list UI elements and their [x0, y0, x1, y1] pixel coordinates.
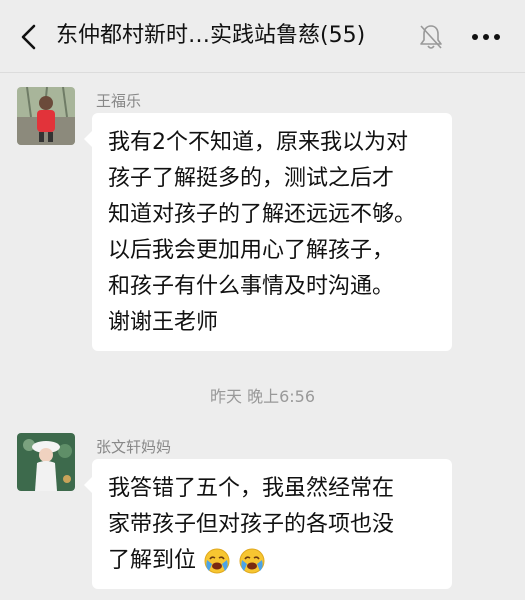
avatar[interactable] [17, 433, 75, 491]
message-line: 我有2个不知道，原来我以为对 [108, 130, 408, 155]
message-line: 家带孩子但对孩子的各项也没 [108, 512, 395, 537]
message-line: 孩子了解挺多的，测试之后才 [108, 166, 395, 191]
avatar[interactable] [17, 87, 75, 145]
timestamp: 昨天 晚上6:56 [209, 387, 316, 406]
message-line: 谢谢王老师 [108, 310, 219, 335]
chat-header: 东仲都村新时…实践站鲁慈(55) [0, 0, 525, 73]
chevron-left-icon [21, 24, 36, 50]
message-line: 知道对孩子的了解还远远不够。 [108, 202, 417, 227]
message-last-line: 了解到位 [108, 543, 436, 579]
message-line: 和孩子有什么事情及时沟通。 [108, 274, 395, 299]
back-button[interactable] [14, 20, 44, 54]
message-line: 以后我会更加用心了解孩子， [108, 238, 395, 263]
message-bubble[interactable]: 我答错了五个，我虽然经常在 家带孩子但对孩子的各项也没 了解到位 [84, 459, 452, 589]
more-options-button[interactable] [466, 22, 506, 52]
message-line: 我答错了五个，我虽然经常在 [108, 476, 395, 501]
mute-bell-icon [418, 23, 444, 51]
more-dots-icon [472, 34, 500, 40]
crying-face-emoji-icon [204, 548, 230, 574]
chat-title: 东仲都村新时…实践站鲁慈(55) [56, 23, 366, 48]
sender-name: 张文轩妈妈 [96, 438, 172, 456]
crying-face-emoji-icon [239, 548, 265, 574]
message-bubble[interactable]: 我有2个不知道，原来我以为对 孩子了解挺多的，测试之后才 知道对孩子的了解还远远… [84, 113, 452, 351]
message-line: 了解到位 [108, 548, 197, 573]
sender-name: 王福乐 [96, 92, 142, 110]
